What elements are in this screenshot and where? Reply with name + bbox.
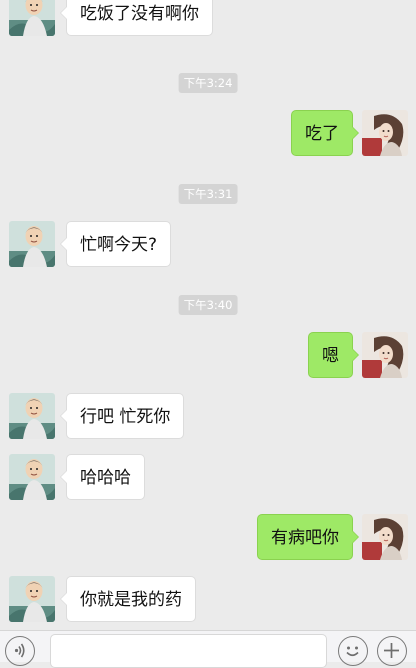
self-avatar[interactable] <box>362 332 408 378</box>
message-row: 行吧 忙死你 <box>0 393 416 439</box>
message-input[interactable] <box>50 634 327 668</box>
incoming-message-bubble[interactable]: 哈哈哈 <box>60 454 145 500</box>
voice-icon <box>14 643 25 658</box>
timestamp-label: 下午3:40 <box>178 295 238 315</box>
timestamp-label: 下午3:24 <box>178 73 238 93</box>
friend-avatar[interactable] <box>9 454 55 500</box>
timestamp-row: 下午3:31 <box>0 184 416 204</box>
message-row: 你就是我的药 <box>0 576 416 622</box>
incoming-message-bubble[interactable]: 你就是我的药 <box>60 576 196 622</box>
message-row: 嗯 <box>0 332 416 378</box>
message-row: 有病吧你 <box>0 514 416 560</box>
friend-avatar[interactable] <box>9 576 55 622</box>
input-toolbar <box>0 630 416 668</box>
outgoing-message-bubble[interactable]: 有病吧你 <box>257 514 359 560</box>
chat-area[interactable]: 吃饭了没有啊你 下午3:24 吃了 下午3:31 忙啊今天? 下午3:40 嗯 <box>0 0 416 630</box>
plus-icon <box>384 643 399 658</box>
timestamp-row: 下午3:24 <box>0 73 416 93</box>
incoming-message-bubble[interactable]: 忙啊今天? <box>59 221 172 267</box>
self-avatar[interactable] <box>362 110 408 156</box>
message-row: 哈哈哈 <box>0 454 416 500</box>
emoji-icon <box>346 646 359 657</box>
timestamp-row: 下午3:40 <box>0 295 416 315</box>
message-row: 吃了 <box>0 110 416 156</box>
friend-avatar[interactable] <box>9 221 55 267</box>
outgoing-message-bubble[interactable]: 吃了 <box>291 110 359 156</box>
incoming-message-bubble[interactable]: 吃饭了没有啊你 <box>60 0 213 36</box>
outgoing-message-bubble[interactable]: 嗯 <box>308 332 359 378</box>
incoming-message-bubble[interactable]: 行吧 忙死你 <box>59 393 185 439</box>
timestamp-label: 下午3:31 <box>178 184 238 204</box>
friend-avatar[interactable] <box>9 393 55 439</box>
message-row: 忙啊今天? <box>0 221 416 267</box>
message-row: 吃饭了没有啊你 <box>0 0 416 36</box>
friend-avatar[interactable] <box>9 0 55 36</box>
self-avatar[interactable] <box>362 514 408 560</box>
